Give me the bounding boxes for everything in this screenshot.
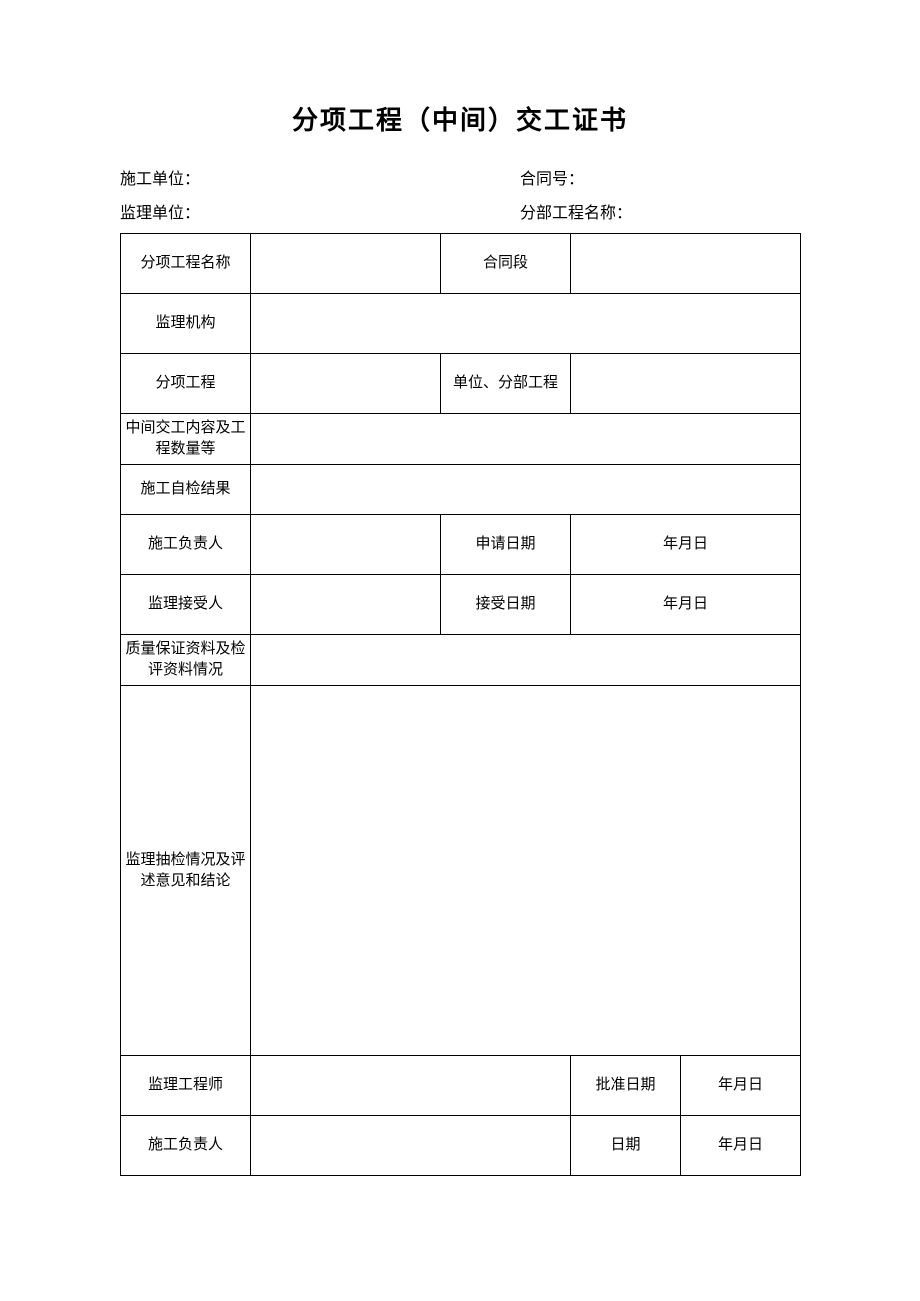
header-row-1: 施工单位： 合同号： xyxy=(120,165,800,189)
header-section: 施工单位： 合同号： 监理单位： 分部工程名称： xyxy=(120,165,800,223)
value-sub-project xyxy=(251,354,441,414)
value-supervision-inspection xyxy=(251,686,801,1056)
label-construction-lead: 施工负责人 xyxy=(121,515,251,575)
supervision-unit-label: 监理单位： xyxy=(120,199,520,223)
label-approval-date: 批准日期 xyxy=(571,1056,681,1116)
header-row-2: 监理单位： 分部工程名称： xyxy=(120,199,800,223)
value-construction-lead-2 xyxy=(251,1116,571,1176)
label-sub-project: 分项工程 xyxy=(121,354,251,414)
value-supervision-engineer xyxy=(251,1056,571,1116)
value-approval-date: 年月日 xyxy=(681,1056,801,1116)
construction-unit-label: 施工单位： xyxy=(120,165,520,189)
label-unit-division: 单位、分部工程 xyxy=(441,354,571,414)
label-supervision-inspection: 监理抽检情况及评述意见和结论 xyxy=(121,686,251,1056)
label-intermediate-content: 中间交工内容及工程数量等 xyxy=(121,414,251,465)
label-supervision-receiver: 监理接受人 xyxy=(121,575,251,635)
label-quality-materials: 质量保证资料及检评资料情况 xyxy=(121,635,251,686)
label-supervision-org: 监理机构 xyxy=(121,294,251,354)
value-contract-section xyxy=(571,234,801,294)
value-sub-project-name xyxy=(251,234,441,294)
form-table: 分项工程名称 合同段 监理机构 分项工程 单位、分部工程 中间交工内容及工程数量… xyxy=(120,233,801,1176)
label-sub-project-name: 分项工程名称 xyxy=(121,234,251,294)
subproject-name-label: 分部工程名称： xyxy=(520,199,800,223)
label-accept-date: 接受日期 xyxy=(441,575,571,635)
value-accept-date: 年月日 xyxy=(571,575,801,635)
value-construction-lead xyxy=(251,515,441,575)
label-contract-section: 合同段 xyxy=(441,234,571,294)
value-self-inspection xyxy=(251,465,801,515)
value-unit-division xyxy=(571,354,801,414)
value-intermediate-content xyxy=(251,414,801,465)
value-supervision-receiver xyxy=(251,575,441,635)
label-date: 日期 xyxy=(571,1116,681,1176)
value-quality-materials xyxy=(251,635,801,686)
label-construction-lead-2: 施工负责人 xyxy=(121,1116,251,1176)
document-title: 分项工程（中间）交工证书 xyxy=(120,100,800,137)
contract-no-label: 合同号： xyxy=(520,165,800,189)
value-supervision-org xyxy=(251,294,801,354)
label-application-date: 申请日期 xyxy=(441,515,571,575)
value-date: 年月日 xyxy=(681,1116,801,1176)
label-supervision-engineer: 监理工程师 xyxy=(121,1056,251,1116)
label-self-inspection: 施工自检结果 xyxy=(121,465,251,515)
value-application-date: 年月日 xyxy=(571,515,801,575)
